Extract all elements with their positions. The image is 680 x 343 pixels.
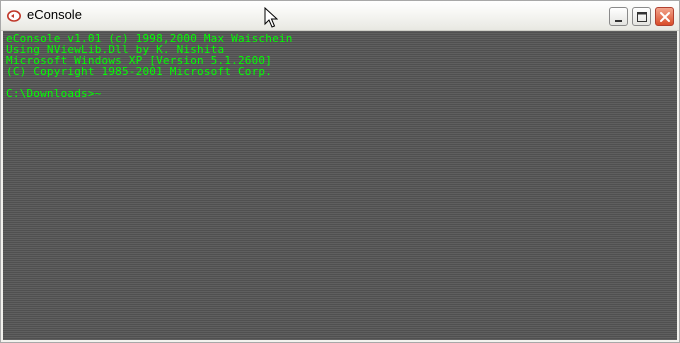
- econsole-app-icon: [7, 9, 21, 22]
- maximize-icon: [637, 12, 647, 22]
- console-prompt[interactable]: C:\Downloads>~: [6, 88, 102, 99]
- window-title: eConsole: [27, 7, 82, 22]
- mouse-pointer-icon: [264, 6, 279, 29]
- minimize-icon: [615, 20, 622, 22]
- maximize-button[interactable]: [632, 7, 651, 26]
- title-bar[interactable]: eConsole: [1, 1, 679, 31]
- console-line: (C) Copyright 1985-2001 Microsoft Corp.: [6, 65, 273, 78]
- econsole-window: eConsole eConsole v1.01 (c) 1998,2000 Ma…: [0, 0, 680, 343]
- close-icon: [660, 12, 670, 22]
- console-output-area[interactable]: eConsole v1.01 (c) 1998,2000 Max Waische…: [3, 31, 677, 340]
- minimize-button[interactable]: [609, 7, 628, 26]
- close-button[interactable]: [655, 7, 674, 26]
